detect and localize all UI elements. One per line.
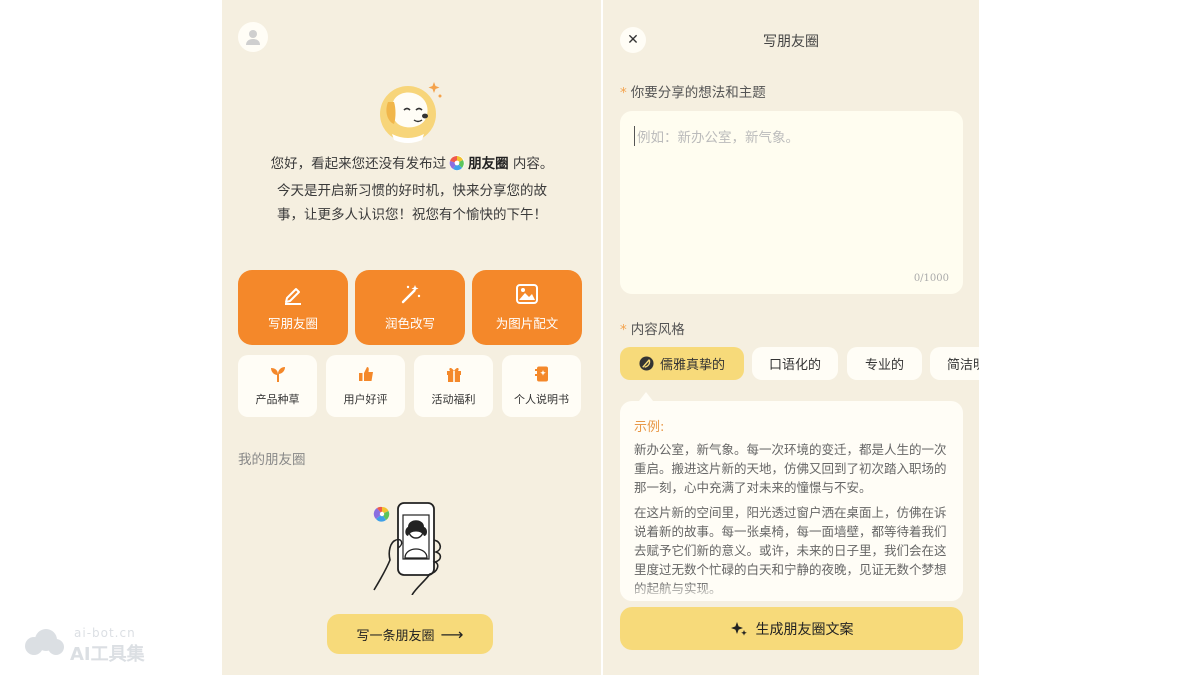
example-label: 示例: <box>634 420 665 435</box>
magic-wand-icon <box>401 285 421 304</box>
image-caption-label: 为图片配文 <box>495 316 559 331</box>
image-caption-button[interactable]: 为图片配文 <box>472 270 582 345</box>
example-paragraph: 新办公室，新气象。每一次环境的变迁，都是人生的一次重启。搬进这片新的天地，仿佛又… <box>634 442 947 496</box>
thumbs-up-icon <box>358 367 373 381</box>
style-chip-elegant[interactable]: 儒雅真挚的 <box>620 347 744 380</box>
style-chip-colloquial[interactable]: 口语化的 <box>752 347 838 380</box>
event-benefits-label: 活动福利 <box>431 393 476 406</box>
gift-icon <box>446 367 461 382</box>
moments-home-panel: 您好，看起来您还没有发布过 朋友圈 内容。今天是开启新习惯的好时机，快来分享您的故… <box>222 0 601 675</box>
generate-copy-label: 生成朋友圈文案 <box>755 621 854 638</box>
image-icon <box>516 284 538 304</box>
quill-icon <box>639 356 654 371</box>
product-recommend-label: 产品种草 <box>255 393 300 406</box>
dog-mascot-icon <box>380 82 442 143</box>
style-chip-label: 简洁明 <box>947 358 979 373</box>
user-review-button[interactable]: 用户好评 <box>326 355 405 417</box>
product-recommend-button[interactable]: 产品种草 <box>238 355 317 417</box>
arrow-right-icon: ⟶ <box>440 624 464 644</box>
example-body: 新办公室，新气象。每一次环境的变迁，都是人生的一次重启。搬进这片新的天地，仿佛又… <box>634 440 952 601</box>
style-chip-professional[interactable]: 专业的 <box>847 347 922 380</box>
watermark-name: AI工具集 <box>70 644 145 665</box>
user-review-label: 用户好评 <box>343 393 388 406</box>
watermark-logo: ai-bot.cn AI工具集 <box>22 626 162 666</box>
cloud-logo-icon <box>25 629 64 655</box>
personal-manual-label: 个人说明书 <box>514 393 569 406</box>
style-example-card: 示例: 新办公室，新气象。每一次环境的变迁，都是人生的一次重启。搬进这片新的天地… <box>620 401 963 601</box>
personal-manual-button[interactable]: 个人说明书 <box>502 355 581 417</box>
generate-copy-button[interactable]: 生成朋友圈文案 <box>620 607 963 650</box>
example-pointer <box>639 392 653 401</box>
hand-phone-illustration <box>373 502 442 595</box>
sparkle-icon <box>730 621 747 636</box>
style-chip-label: 儒雅真挚的 <box>659 358 725 373</box>
style-chip-label: 口语化的 <box>768 358 821 373</box>
write-new-moment-button[interactable]: 写一条朋友圈 ⟶ <box>327 614 493 654</box>
char-counter: 0/1000 <box>913 273 949 284</box>
write-moments-panel: ✕ 写朋友圈 * 你要分享的想法和主题 例如：新办公室，新气象。 0/1000 *… <box>603 0 979 675</box>
topic-label-text: 你要分享的想法和主题 <box>630 85 766 101</box>
example-fade <box>620 583 963 601</box>
sprout-icon <box>270 367 285 382</box>
topic-placeholder: 例如：新办公室，新气象。 <box>634 126 799 146</box>
topic-label: * 你要分享的想法和主题 <box>620 81 766 101</box>
watermark-domain: ai-bot.cn <box>74 626 136 640</box>
user-avatar-button[interactable] <box>238 22 268 52</box>
style-chip-concise[interactable]: 简洁明 <box>930 347 979 380</box>
moments-pinwheel-icon <box>449 155 465 179</box>
polish-rewrite-button[interactable]: 润色改写 <box>355 270 465 345</box>
book-icon <box>534 366 548 382</box>
write-moments-label: 写朋友圈 <box>267 316 318 331</box>
event-benefits-button[interactable]: 活动福利 <box>414 355 493 417</box>
required-marker: * <box>620 85 627 101</box>
style-chip-label: 专业的 <box>864 358 904 373</box>
welcome-text-1: 您好，看起来您还没有发布过 <box>270 156 447 172</box>
write-moments-button[interactable]: 写朋友圈 <box>238 270 348 345</box>
welcome-brand: 朋友圈 <box>468 156 509 172</box>
style-label-text: 内容风格 <box>630 322 685 338</box>
panel-title: 写朋友圈 <box>763 34 819 50</box>
user-icon <box>246 30 260 45</box>
topic-textarea[interactable]: 例如：新办公室，新气象。 0/1000 <box>620 111 963 294</box>
pen-icon <box>285 288 301 305</box>
my-moments-title: 我的朋友圈 <box>238 452 306 468</box>
style-label: * 内容风格 <box>620 318 685 338</box>
polish-rewrite-label: 润色改写 <box>384 316 435 331</box>
welcome-message: 您好，看起来您还没有发布过 朋友圈 内容。今天是开启新习惯的好时机，快来分享您的故… <box>266 152 558 227</box>
write-new-moment-label: 写一条朋友圈 <box>356 628 435 644</box>
required-marker: * <box>620 322 627 338</box>
